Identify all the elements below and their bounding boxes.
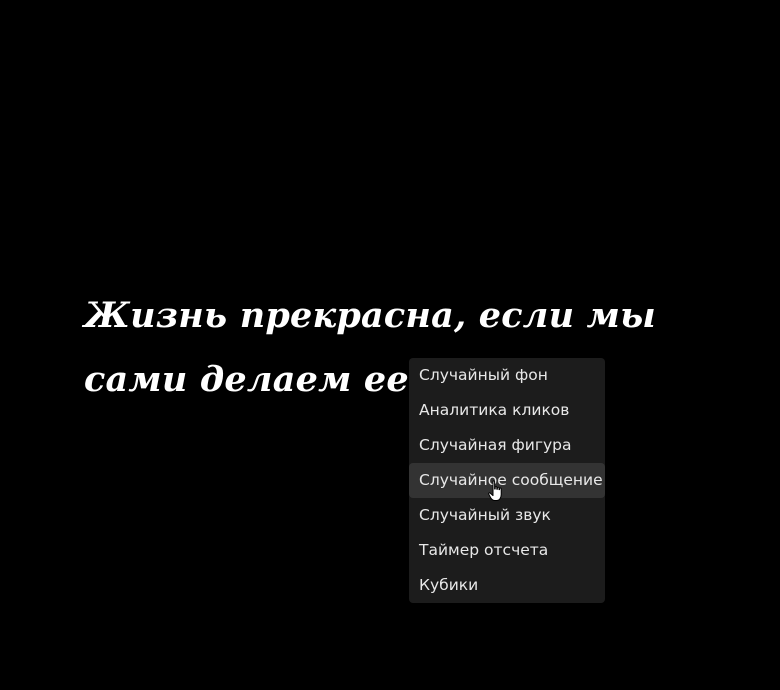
- menu-item-random-background[interactable]: Случайный фон: [409, 358, 605, 393]
- context-menu: Случайный фон Аналитика кликов Случайная…: [409, 358, 605, 603]
- menu-item-click-analytics[interactable]: Аналитика кликов: [409, 393, 605, 428]
- menu-item-countdown-timer[interactable]: Таймер отсчета: [409, 533, 605, 568]
- menu-item-dice[interactable]: Кубики: [409, 568, 605, 603]
- menu-item-random-message[interactable]: Случайное сообщение: [409, 463, 605, 498]
- menu-item-random-sound[interactable]: Случайный звук: [409, 498, 605, 533]
- page-background: Жизнь прекрасна, если мы сами делаем ее …: [0, 0, 780, 690]
- menu-item-random-shape[interactable]: Случайная фигура: [409, 428, 605, 463]
